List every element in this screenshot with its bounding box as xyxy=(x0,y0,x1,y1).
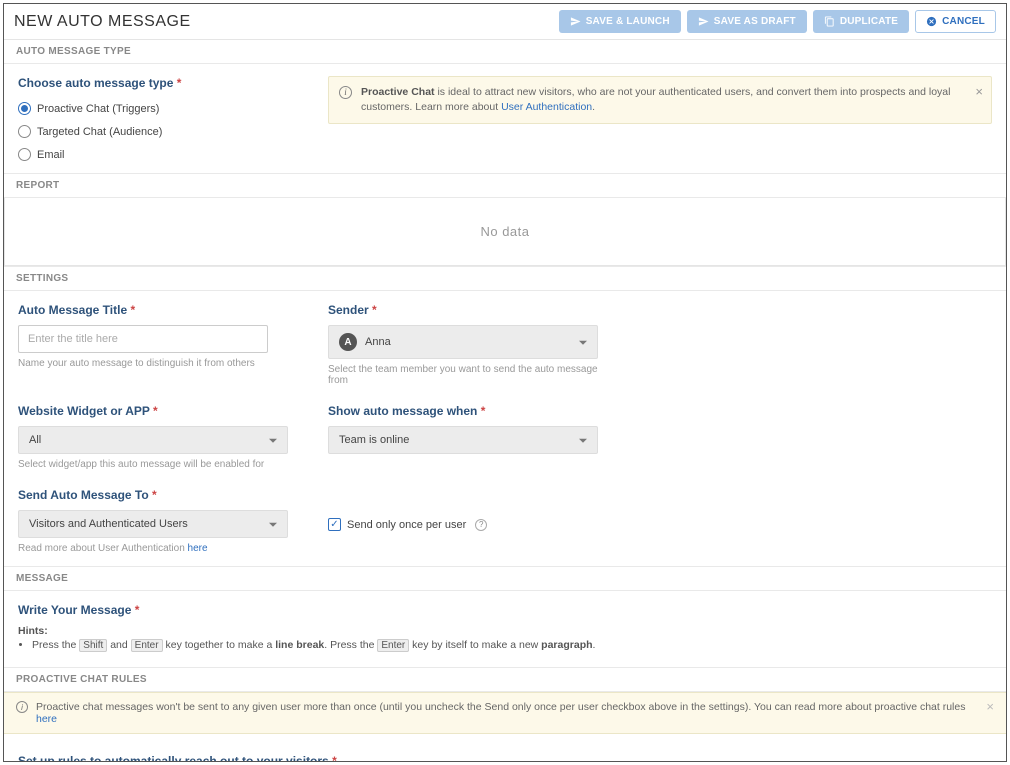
duplicate-button[interactable]: DUPLICATE xyxy=(813,10,909,33)
section-header-report: REPORT xyxy=(4,173,1006,198)
radio-icon xyxy=(18,102,31,115)
show-when-value: Team is online xyxy=(339,434,409,446)
duplicate-icon xyxy=(824,16,835,27)
save-launch-button[interactable]: SAVE & LAUNCH xyxy=(559,10,681,33)
title-input[interactable] xyxy=(18,325,268,353)
kbd-enter: Enter xyxy=(131,639,163,652)
hints-label: Hints: xyxy=(18,625,992,637)
sender-label: Sender * xyxy=(328,303,598,317)
choose-type-label: Choose auto message type * xyxy=(18,76,288,90)
user-auth-link[interactable]: User Authentication xyxy=(501,101,592,113)
draft-icon xyxy=(698,16,709,27)
info-text: is ideal to attract new visitors, who ar… xyxy=(361,86,950,113)
radio-proactive-chat[interactable]: Proactive Chat (Triggers) xyxy=(18,102,159,115)
hint-item: Press the Shift and Enter key together t… xyxy=(32,639,992,651)
setup-rules-label: Set up rules to automatically reach out … xyxy=(18,754,992,762)
radio-icon xyxy=(18,148,31,161)
radio-targeted-chat[interactable]: Targeted Chat (Audience) xyxy=(18,125,162,138)
page-title: NEW AUTO MESSAGE xyxy=(14,13,191,31)
section-header-message: MESSAGE xyxy=(4,566,1006,591)
widget-label: Website Widget or APP * xyxy=(18,404,288,418)
user-auth-here-link[interactable]: here xyxy=(188,543,208,554)
widget-value: All xyxy=(29,434,41,446)
send-icon xyxy=(570,16,581,27)
save-draft-button[interactable]: SAVE AS DRAFT xyxy=(687,10,807,33)
cancel-icon xyxy=(926,16,937,27)
info-bold: Proactive Chat xyxy=(361,86,435,98)
rules-info-text: Proactive chat messages won't be sent to… xyxy=(36,701,965,713)
duplicate-label: DUPLICATE xyxy=(840,16,898,27)
sendto-value: Visitors and Authenticated Users xyxy=(29,518,188,530)
sendto-hint: Read more about User Authentication here xyxy=(18,543,288,554)
close-icon[interactable]: × xyxy=(986,699,994,714)
rules-here-link[interactable]: here xyxy=(36,713,57,725)
cancel-button[interactable]: CANCEL xyxy=(915,10,996,33)
radio-icon xyxy=(18,125,31,138)
radio-email[interactable]: Email xyxy=(18,148,288,161)
sender-value: Anna xyxy=(365,336,391,348)
avatar: A xyxy=(339,333,357,351)
widget-hint: Select widget/app this auto message will… xyxy=(18,459,288,470)
write-message-label: Write Your Message * xyxy=(18,603,992,617)
send-once-checkbox[interactable]: ✓ xyxy=(328,518,341,531)
save-launch-label: SAVE & LAUNCH xyxy=(586,16,670,27)
sendto-select[interactable]: Visitors and Authenticated Users xyxy=(18,510,288,538)
kbd-enter-2: Enter xyxy=(377,639,409,652)
rules-info-box: i Proactive chat messages won't be sent … xyxy=(4,692,1006,734)
sender-select[interactable]: A Anna xyxy=(328,325,598,359)
info-icon: i xyxy=(16,701,28,713)
section-header-type: AUTO MESSAGE TYPE xyxy=(4,40,1006,64)
send-once-label: Send only once per user xyxy=(347,519,466,531)
widget-select[interactable]: All xyxy=(18,426,288,454)
radio-label: Email xyxy=(37,149,65,161)
cancel-label: CANCEL xyxy=(942,16,985,27)
report-nodata: No data xyxy=(4,198,1006,266)
kbd-shift: Shift xyxy=(79,639,107,652)
header-actions: SAVE & LAUNCH SAVE AS DRAFT DUPLICATE CA… xyxy=(559,10,996,33)
title-hint: Name your auto message to distinguish it… xyxy=(18,358,288,369)
help-icon[interactable]: ? xyxy=(475,519,487,531)
show-when-label: Show auto message when * xyxy=(328,404,598,418)
section-header-rules: PROACTIVE CHAT RULES xyxy=(4,667,1006,692)
section-header-settings: SETTINGS xyxy=(4,266,1006,291)
show-when-select[interactable]: Team is online xyxy=(328,426,598,454)
radio-label: Proactive Chat (Triggers) xyxy=(37,103,159,115)
title-label: Auto Message Title * xyxy=(18,303,288,317)
sender-hint: Select the team member you want to send … xyxy=(328,364,598,386)
radio-label: Targeted Chat (Audience) xyxy=(37,126,162,138)
close-icon[interactable]: × xyxy=(975,83,983,102)
sendto-label: Send Auto Message To * xyxy=(18,488,288,502)
info-icon: i xyxy=(339,86,352,99)
proactive-info-box: i × Proactive Chat is ideal to attract n… xyxy=(328,76,992,124)
save-draft-label: SAVE AS DRAFT xyxy=(714,16,796,27)
